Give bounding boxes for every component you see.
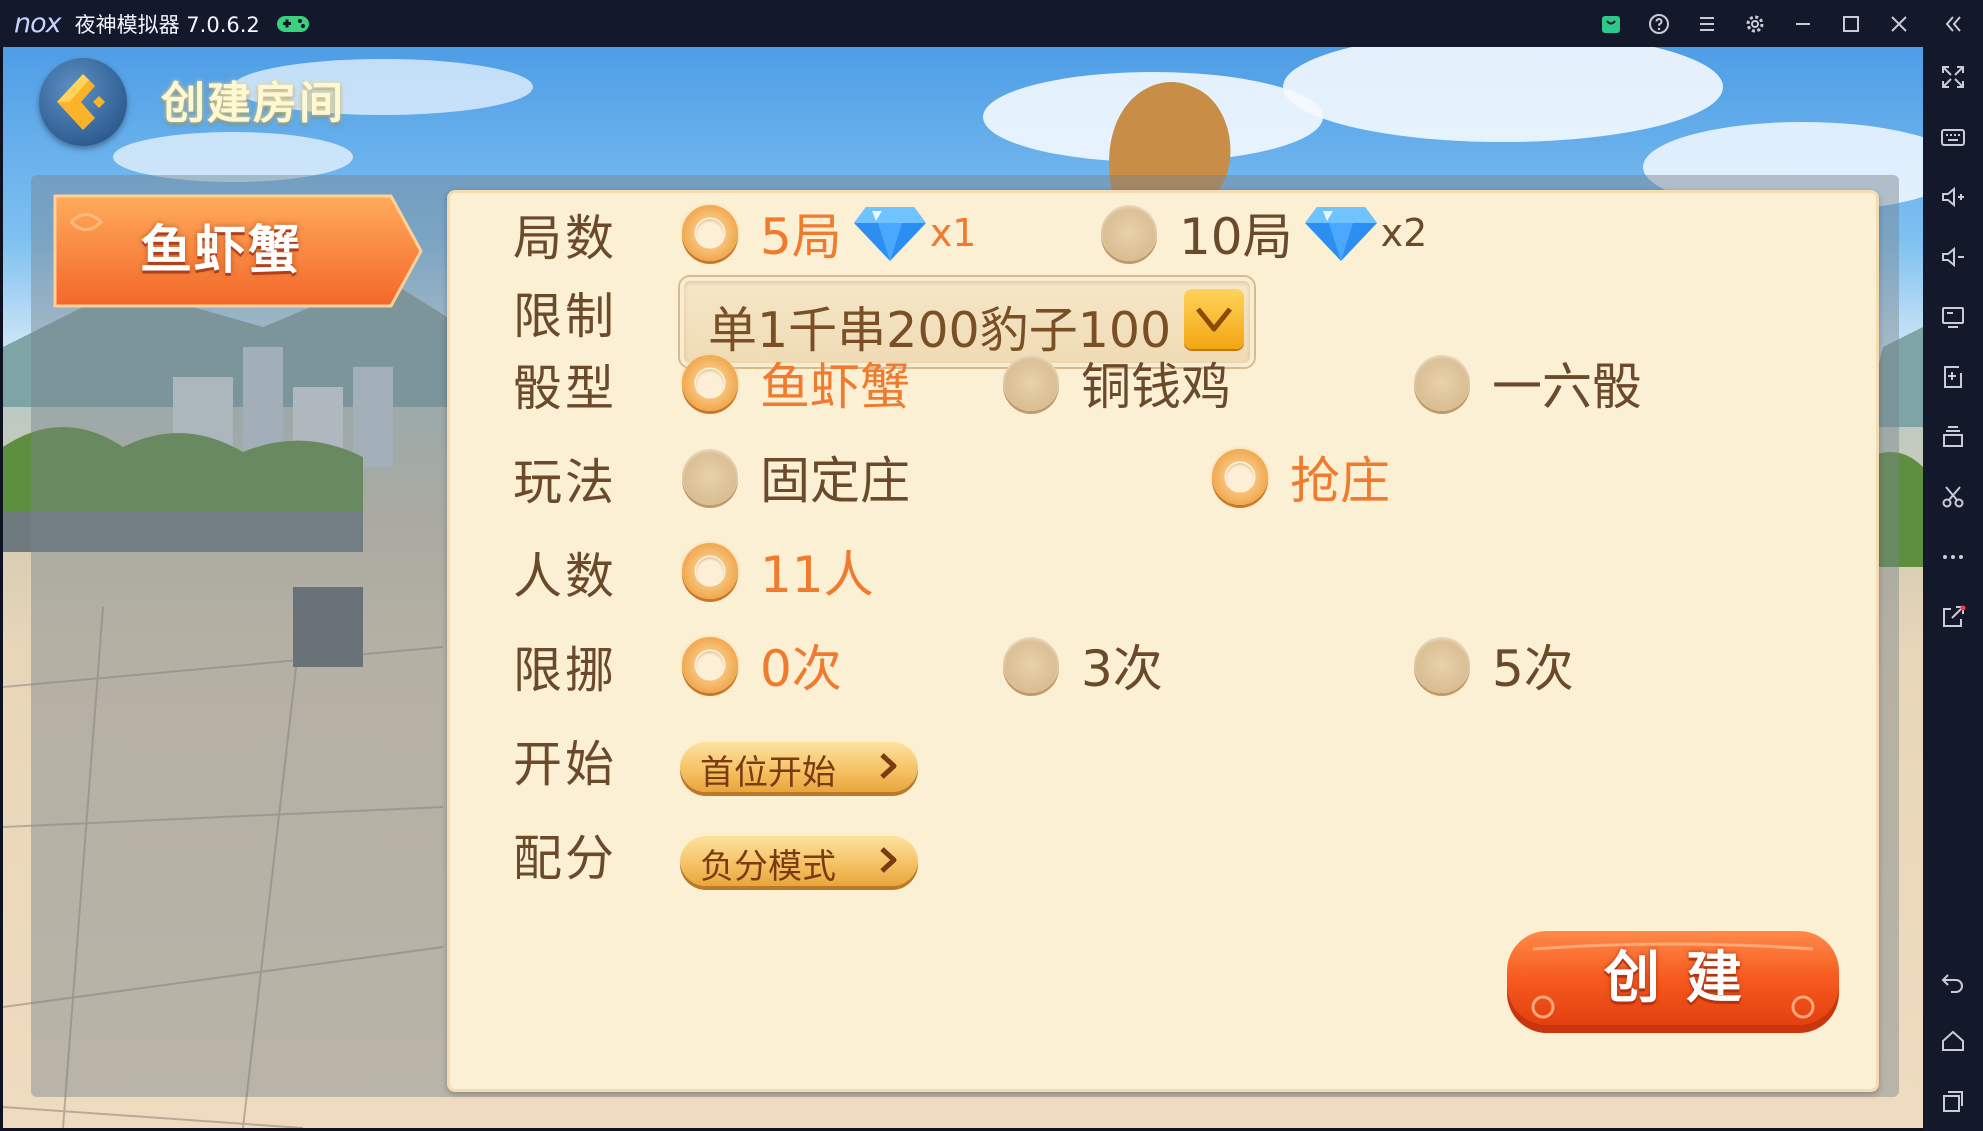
radio-button[interactable] bbox=[1101, 205, 1157, 261]
chevron-down-icon[interactable] bbox=[1184, 289, 1244, 349]
create-button-label: 创建 bbox=[1604, 946, 1768, 1011]
option-label: 鱼虾蟹 bbox=[760, 358, 910, 416]
row-label-players: 人数 bbox=[513, 548, 618, 605]
multi-instance-icon[interactable] bbox=[1923, 407, 1983, 467]
share-icon[interactable] bbox=[1923, 587, 1983, 647]
option-label: 5次 bbox=[1492, 640, 1574, 698]
radio-button[interactable] bbox=[682, 637, 738, 693]
option-label: 10局 bbox=[1179, 208, 1293, 266]
start-order-label: 首位开始 bbox=[700, 753, 836, 793]
radio-button[interactable] bbox=[1003, 355, 1059, 411]
option-dice-coin-chicken[interactable]: 铜钱鸡 bbox=[1003, 343, 1231, 423]
emulator-titlebar: nox 夜神模拟器 7.0.6.2 bbox=[0, 0, 1983, 47]
chevron-right-icon bbox=[880, 847, 897, 873]
row-start: 开始 bbox=[450, 719, 1876, 799]
option-label: 0次 bbox=[760, 640, 842, 698]
option-players-11[interactable]: 11人 bbox=[682, 531, 874, 611]
option-label: 11人 bbox=[760, 546, 874, 604]
row-scoring: 配分 bbox=[450, 813, 1876, 893]
maximize-icon[interactable] bbox=[1827, 0, 1875, 47]
page-title: 创建房间 bbox=[161, 78, 345, 129]
option-label: 铜钱鸡 bbox=[1081, 358, 1231, 416]
home-icon[interactable] bbox=[1923, 1011, 1983, 1071]
diamond-icon bbox=[853, 207, 926, 261]
radio-button[interactable] bbox=[682, 543, 738, 599]
back-arrow-icon bbox=[57, 74, 105, 130]
option-move-0[interactable]: 0次 bbox=[682, 625, 842, 705]
volume-up-icon[interactable] bbox=[1923, 167, 1983, 227]
option-label: 一六骰 bbox=[1492, 358, 1642, 416]
shop-bag-icon[interactable] bbox=[1587, 0, 1635, 47]
option-dice-one-six[interactable]: 一六骰 bbox=[1414, 343, 1642, 423]
row-rounds: 局数 5局 x1 10局 x2 bbox=[450, 193, 1876, 273]
row-move-limit: 限挪 0次 3次 5次 bbox=[450, 625, 1876, 705]
settings-icon[interactable] bbox=[1731, 0, 1779, 47]
diamond-multiplier: x1 bbox=[929, 211, 977, 255]
scoring-mode-label: 负分模式 bbox=[700, 847, 836, 887]
back-icon[interactable] bbox=[1923, 951, 1983, 1011]
tab-game-type-label: 鱼虾蟹 bbox=[139, 221, 302, 281]
option-rounds-10[interactable]: 10局 x2 bbox=[1101, 193, 1427, 273]
radio-button[interactable] bbox=[1414, 637, 1470, 693]
back-button[interactable] bbox=[39, 58, 127, 146]
create-button[interactable]: 创建 bbox=[1503, 929, 1843, 1039]
row-label-start: 开始 bbox=[513, 736, 618, 793]
option-dice-fish-shrimp-crab[interactable]: 鱼虾蟹 bbox=[682, 343, 910, 423]
radio-button[interactable] bbox=[682, 449, 738, 505]
option-label: 抢庄 bbox=[1290, 452, 1390, 510]
volume-down-icon[interactable] bbox=[1923, 227, 1983, 287]
help-icon[interactable] bbox=[1635, 0, 1683, 47]
diamond-icon bbox=[1304, 207, 1377, 261]
emulator-sidebar bbox=[1923, 47, 1983, 1131]
apk-install-icon[interactable] bbox=[1923, 347, 1983, 407]
row-label-scoring: 配分 bbox=[513, 830, 618, 887]
radio-button[interactable] bbox=[1003, 637, 1059, 693]
close-icon[interactable] bbox=[1875, 0, 1923, 47]
scissors-icon[interactable] bbox=[1923, 467, 1983, 527]
diamond-multiplier: x2 bbox=[1380, 211, 1428, 255]
scoring-mode-button[interactable]: 负分模式 bbox=[680, 834, 918, 887]
option-grab-banker[interactable]: 抢庄 bbox=[1212, 437, 1390, 517]
row-dice-type: 骰型 鱼虾蟹 铜钱鸡 一六骰 bbox=[450, 343, 1876, 423]
radio-button[interactable] bbox=[1414, 355, 1470, 411]
fullscreen-icon[interactable] bbox=[1923, 47, 1983, 107]
option-label: 5局 bbox=[760, 208, 842, 266]
keyboard-icon[interactable] bbox=[1923, 107, 1983, 167]
row-play-mode: 玩法 固定庄 抢庄 bbox=[450, 437, 1876, 517]
game-screen: 创建房间 鱼虾蟹 局数 5局 x1 10局 x2 限制 单1千串200豹子100… bbox=[3, 47, 1923, 1128]
row-players: 人数 11人 bbox=[450, 531, 1876, 611]
row-label-play-mode: 玩法 bbox=[513, 454, 618, 511]
start-order-button[interactable]: 首位开始 bbox=[680, 740, 918, 793]
option-label: 固定庄 bbox=[760, 452, 910, 510]
tab-game-type[interactable]: 鱼虾蟹 bbox=[51, 192, 423, 310]
row-label-move-limit: 限挪 bbox=[513, 642, 618, 699]
more-icon[interactable] bbox=[1923, 527, 1983, 587]
radio-button[interactable] bbox=[682, 355, 738, 411]
recent-apps-icon[interactable] bbox=[1923, 1071, 1983, 1131]
app-title: 夜神模拟器 7.0.6.2 bbox=[74, 12, 260, 37]
radio-button[interactable] bbox=[682, 205, 738, 261]
option-label: 3次 bbox=[1081, 640, 1163, 698]
radio-button[interactable] bbox=[1212, 449, 1268, 505]
option-move-3[interactable]: 3次 bbox=[1003, 625, 1163, 705]
settings-panel: 局数 5局 x1 10局 x2 限制 单1千串200豹子100 骰型 鱼虾蟹 铜… bbox=[447, 190, 1879, 1092]
row-label-limit: 限制 bbox=[513, 288, 618, 345]
minimize-icon[interactable] bbox=[1779, 0, 1827, 47]
chevron-right-icon bbox=[880, 753, 897, 779]
row-label-dice-type: 骰型 bbox=[513, 360, 618, 417]
gamepad-icon[interactable] bbox=[276, 13, 310, 35]
collapse-sidebar-icon[interactable] bbox=[1923, 0, 1983, 47]
screen-icon[interactable] bbox=[1923, 287, 1983, 347]
option-fixed-banker[interactable]: 固定庄 bbox=[682, 437, 910, 517]
option-rounds-5[interactable]: 5局 x1 bbox=[682, 193, 976, 273]
option-move-5[interactable]: 5次 bbox=[1414, 625, 1574, 705]
row-label-rounds: 局数 bbox=[513, 210, 618, 267]
nox-logo: nox bbox=[14, 8, 62, 39]
menu-icon[interactable] bbox=[1683, 0, 1731, 47]
